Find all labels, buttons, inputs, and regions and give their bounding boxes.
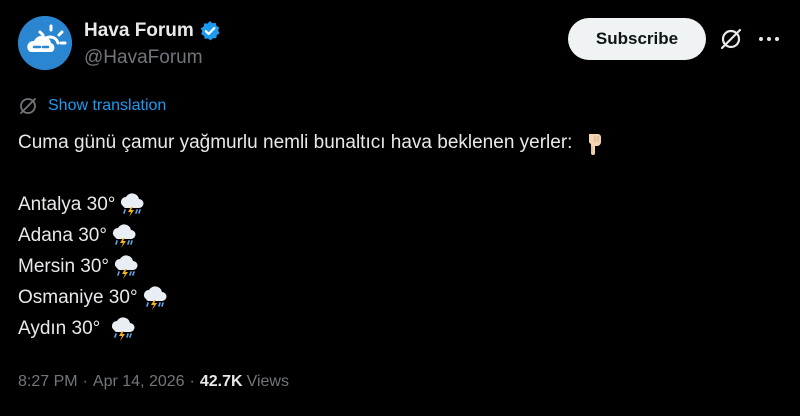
city-line: Osmaniye 30° bbox=[18, 282, 778, 313]
meta-separator: · bbox=[189, 373, 195, 390]
avatar[interactable] bbox=[18, 16, 72, 70]
views-label: Views bbox=[246, 373, 289, 390]
city-line: Mersin 30° bbox=[18, 251, 778, 282]
city-line: Aydın 30° bbox=[18, 313, 778, 344]
grok-icon[interactable] bbox=[718, 26, 744, 52]
globe-icon bbox=[18, 96, 38, 116]
show-translation-label[interactable]: Show translation bbox=[48, 97, 166, 115]
cloud-lightning-rain-icon bbox=[111, 253, 139, 281]
city-line: Antalya 30° bbox=[18, 189, 778, 220]
tweet-date[interactable]: Apr 14, 2026 bbox=[93, 373, 185, 391]
pointing-down-hand-icon bbox=[580, 129, 608, 157]
city-text: Mersin 30° bbox=[18, 256, 110, 277]
show-translation-link[interactable]: Show translation bbox=[18, 96, 166, 116]
cloud-lightning-rain-icon bbox=[140, 284, 168, 312]
subscribe-button[interactable]: Subscribe bbox=[568, 18, 706, 60]
tweet-meta: 8:27 PM · Apr 14, 2026 · 42.7K Views bbox=[18, 373, 289, 391]
city-text: Adana 30° bbox=[18, 225, 107, 246]
cloud-sun-icon bbox=[18, 16, 72, 70]
tweet-time[interactable]: 8:27 PM bbox=[18, 373, 78, 391]
city-text: Antalya 30° bbox=[18, 194, 116, 215]
tweet-card: Hava Forum @HavaForum Subscribe Show tra… bbox=[0, 0, 800, 416]
city-text: Osmaniye 30° bbox=[18, 287, 138, 308]
more-horizontal-icon[interactable] bbox=[756, 26, 782, 52]
meta-separator: · bbox=[82, 373, 88, 390]
tweet-intro-text: Cuma günü çamur yağmurlu nemli bunaltıcı… bbox=[18, 132, 573, 153]
cloud-lightning-rain-icon bbox=[117, 191, 145, 219]
verified-badge-icon[interactable] bbox=[199, 20, 221, 42]
tweet-text: Cuma günü çamur yağmurlu nemli bunaltıcı… bbox=[18, 127, 778, 344]
display-name[interactable]: Hava Forum bbox=[84, 20, 194, 42]
city-line: Adana 30° bbox=[18, 220, 778, 251]
handle[interactable]: @HavaForum bbox=[84, 47, 221, 69]
cloud-lightning-rain-icon bbox=[108, 315, 136, 343]
cloud-lightning-rain-icon bbox=[109, 222, 137, 250]
views-count[interactable]: 42.7K bbox=[200, 373, 243, 391]
city-text: Aydın 30° bbox=[18, 318, 101, 339]
tweet-header: Hava Forum @HavaForum Subscribe bbox=[18, 16, 782, 76]
tweet-intro-line: Cuma günü çamur yağmurlu nemli bunaltıcı… bbox=[18, 127, 778, 158]
author-names: Hava Forum @HavaForum bbox=[84, 18, 221, 69]
